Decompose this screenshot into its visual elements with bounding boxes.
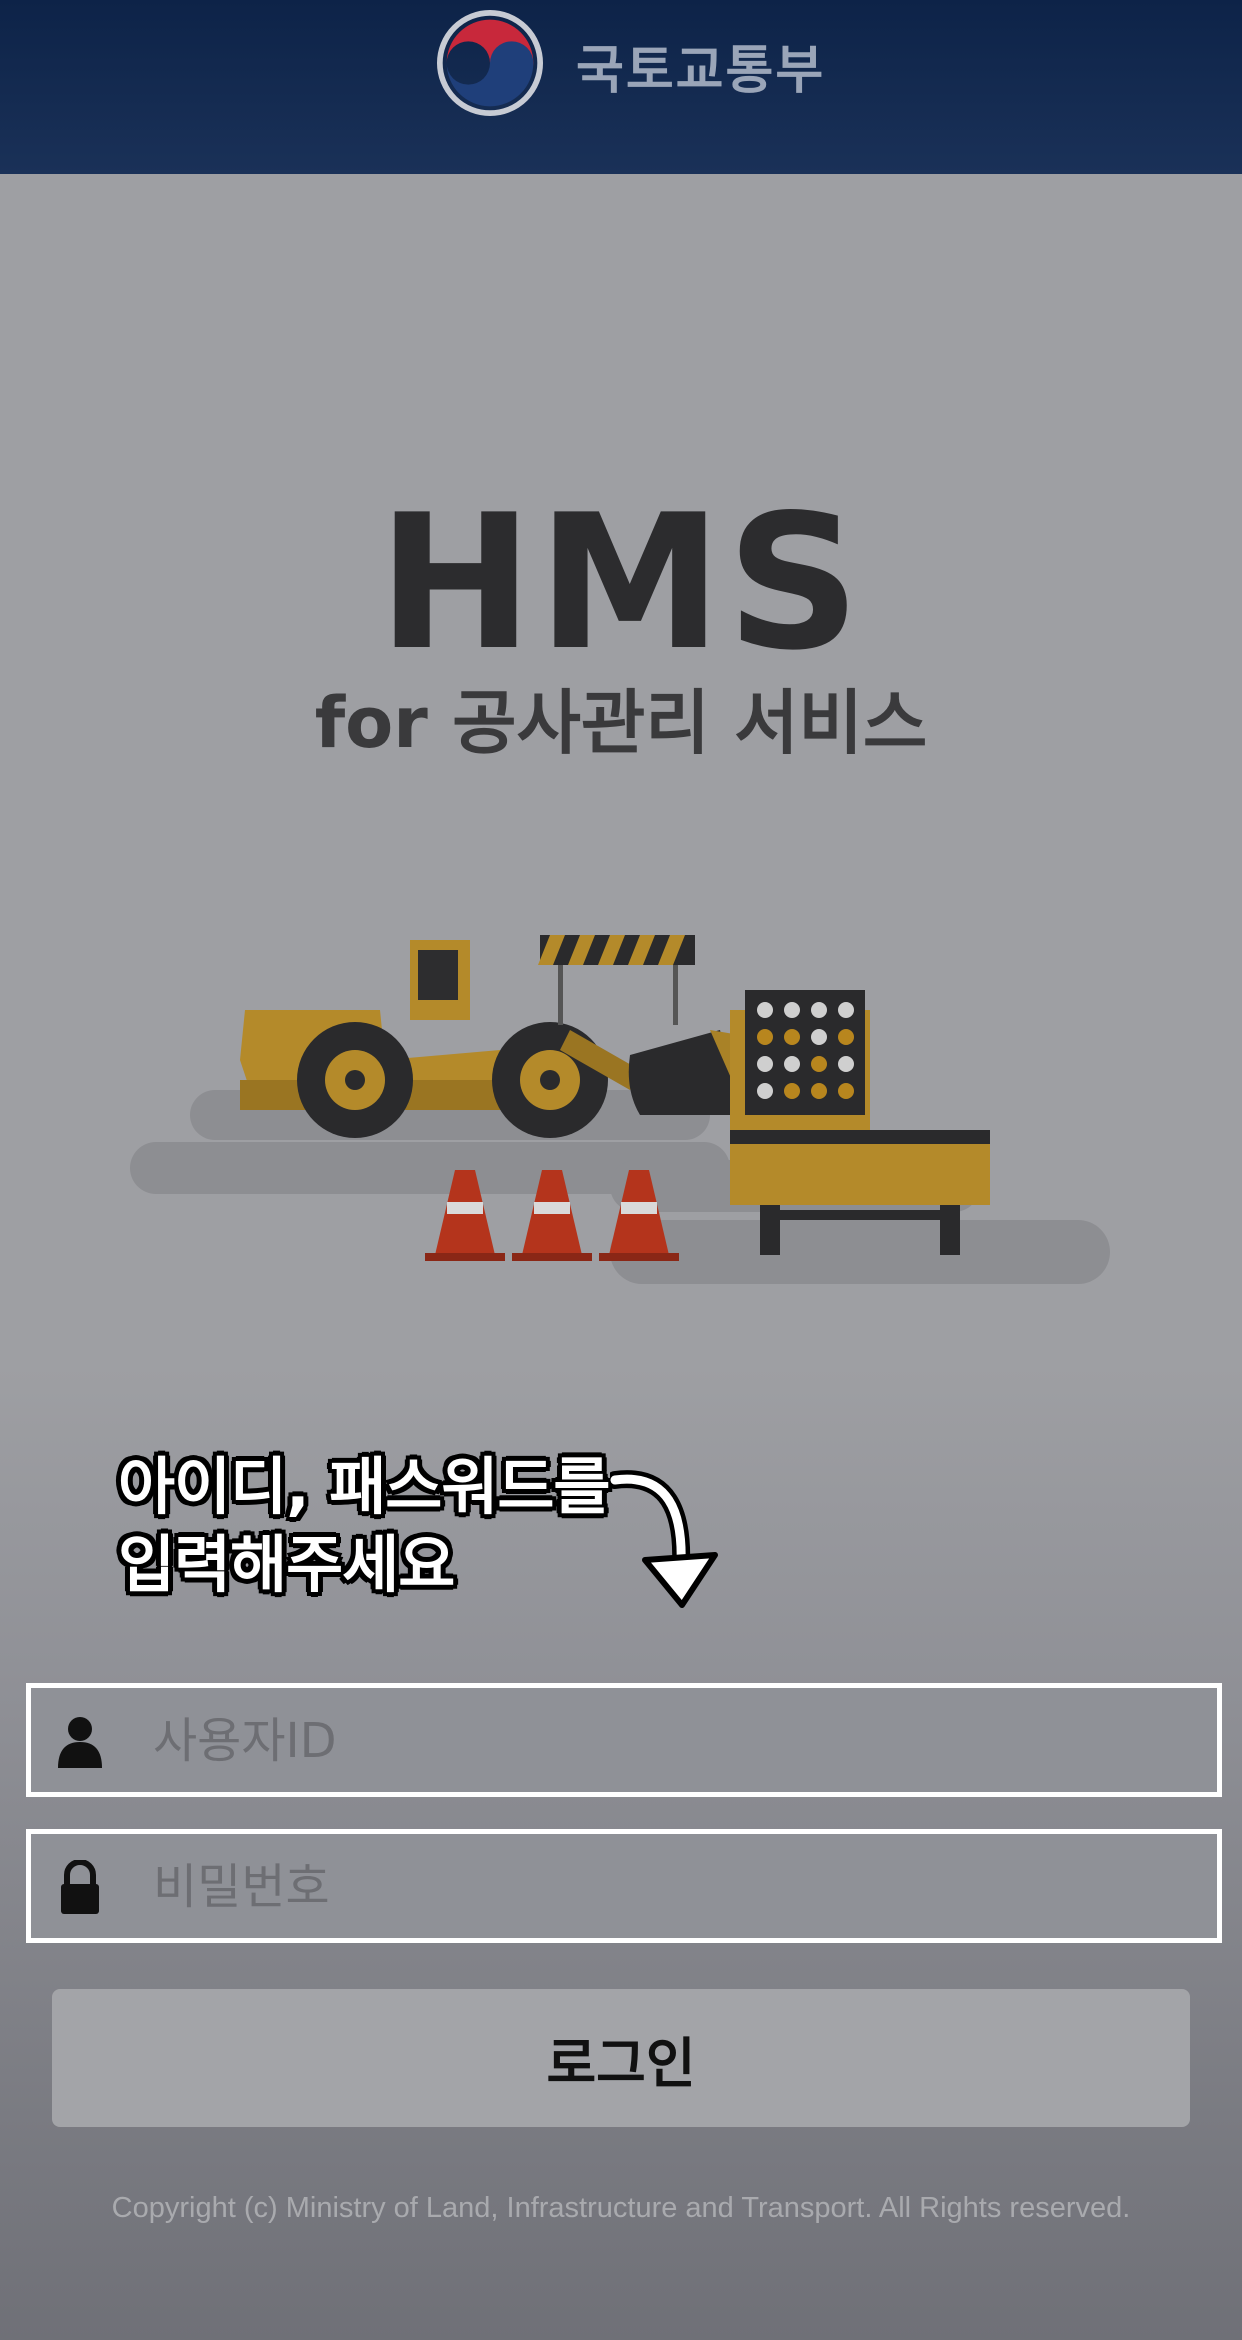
app-title: HMS xyxy=(377,474,865,691)
taegeuk-emblem-icon xyxy=(436,9,544,117)
copyright-text: Copyright (c) Ministry of Land, Infrastr… xyxy=(111,2192,1131,2224)
user-id-input[interactable] xyxy=(151,1688,1195,1794)
app-subtitle: for 공사관리 서비스 xyxy=(314,682,928,764)
login-button[interactable]: 로그인 xyxy=(52,1989,1190,2127)
construction-illustration xyxy=(130,935,1110,1284)
login-hint: 아이디, 패스워드를 입력해주세요 xyxy=(118,1448,610,1604)
hint-line-2: 입력해주세요 xyxy=(118,1528,455,1601)
password-field[interactable] xyxy=(26,1829,1222,1943)
curved-arrow-down-icon xyxy=(610,1470,718,1608)
user-id-field[interactable] xyxy=(26,1683,1222,1797)
ministry-name: 국토교통부 xyxy=(576,41,826,101)
hint-line-1: 아이디, 패스워드를 xyxy=(118,1450,610,1523)
lock-icon xyxy=(61,1860,99,1914)
user-icon xyxy=(58,1717,102,1768)
password-input[interactable] xyxy=(151,1834,1195,1940)
top-header: 국토교통부 xyxy=(0,0,1242,174)
